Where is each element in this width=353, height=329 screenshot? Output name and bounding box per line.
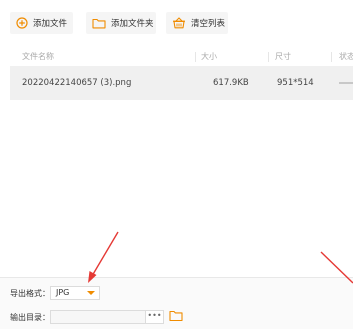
output-dir-label: 输出目录：: [10, 313, 50, 322]
table-row[interactable]: 20220422140657 (3).png 617.9KB 951*514: [10, 66, 353, 100]
add-folder-label: 添加文件夹: [111, 19, 154, 29]
chevron-down-icon: [87, 291, 95, 295]
table-header: 文件名称 大小 尺寸 状态: [0, 46, 353, 66]
format-label: 导出格式：: [10, 289, 50, 298]
red-arrow-icon: [88, 231, 119, 283]
add-folder-button[interactable]: 添加文件夹: [86, 12, 156, 34]
format-select[interactable]: JPG: [50, 286, 100, 300]
format-value: JPG: [56, 288, 70, 297]
output-dir-input[interactable]: [50, 310, 146, 324]
file-name-cell: 20220422140657 (3).png: [22, 78, 132, 88]
output-settings: 导出格式： JPG 输出目录： •••: [0, 277, 353, 329]
column-divider: [331, 52, 332, 62]
plus-circle-icon: [16, 17, 28, 29]
column-header-name[interactable]: 文件名称: [22, 51, 54, 62]
column-header-size[interactable]: 大小: [201, 51, 217, 62]
status-progress: [339, 82, 353, 84]
column-divider: [268, 52, 269, 62]
column-divider: [195, 52, 196, 62]
column-header-status[interactable]: 状态: [339, 51, 353, 62]
file-dimensions-cell: 951*514: [277, 78, 314, 88]
file-size-cell: 617.9KB: [213, 78, 249, 88]
open-folder-icon[interactable]: [169, 309, 183, 322]
basket-icon: [173, 17, 185, 29]
toolbar: 添加文件 添加文件夹 清空列表: [0, 0, 353, 46]
column-header-dimensions[interactable]: 尺寸: [275, 51, 291, 62]
add-file-button[interactable]: 添加文件: [10, 12, 73, 34]
folder-icon: [92, 18, 106, 29]
clear-list-button[interactable]: 清空列表: [166, 12, 228, 34]
add-file-label: 添加文件: [33, 19, 68, 29]
browse-button[interactable]: •••: [146, 310, 164, 324]
clear-list-label: 清空列表: [191, 19, 226, 29]
